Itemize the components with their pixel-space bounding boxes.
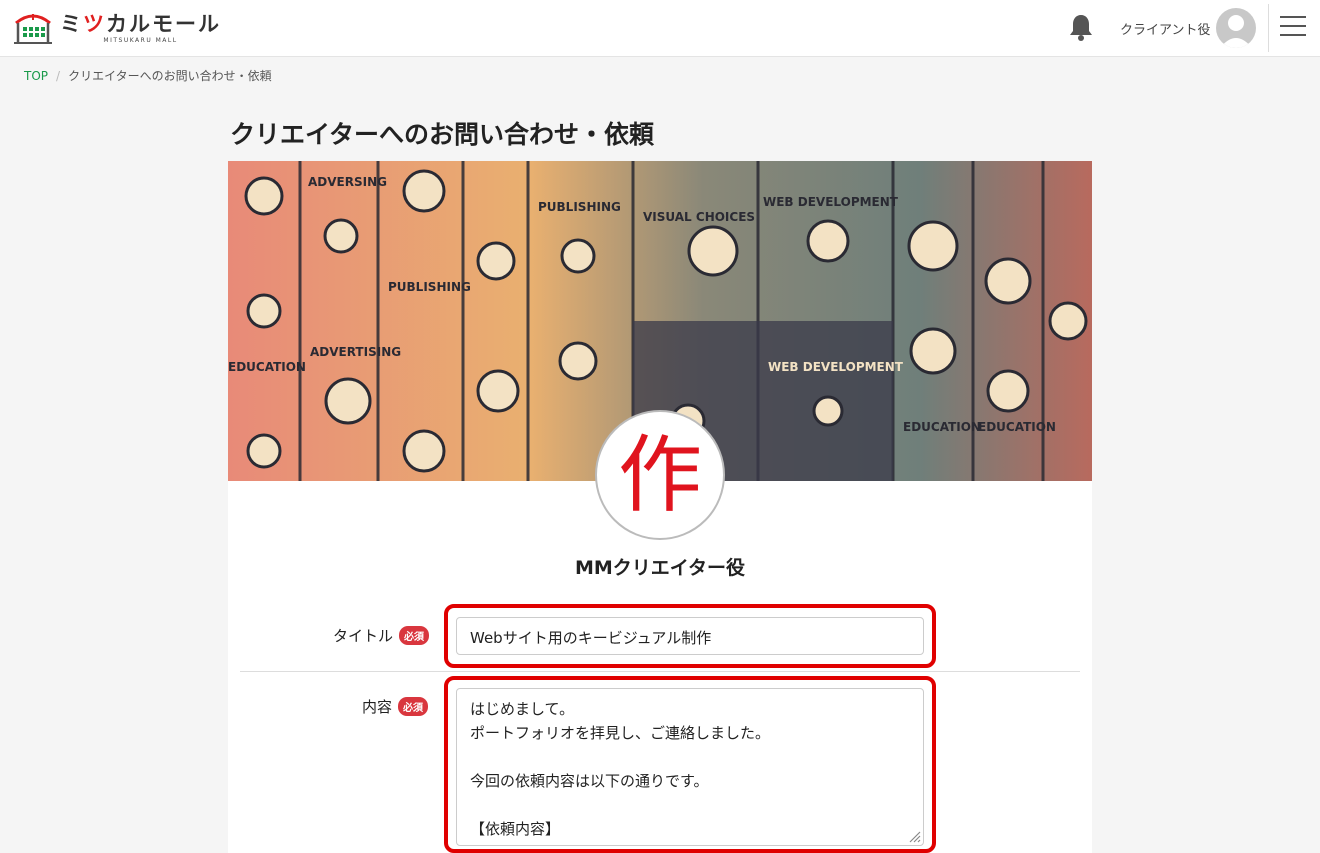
required-badge: 必須 — [399, 626, 430, 645]
field-divider — [240, 671, 1080, 672]
logo-text-accent: ツ — [83, 12, 106, 36]
title-label-text: タイトル — [333, 627, 394, 645]
banner-label: VISUAL CHOICES — [643, 210, 755, 224]
content-label-text: 内容 — [362, 698, 393, 716]
logo-text: ミツカルモール — [60, 12, 221, 36]
user-avatar-icon[interactable] — [1216, 8, 1256, 48]
page-title: クリエイターへのお問い合わせ・依頼 — [230, 120, 655, 149]
user-name[interactable]: クライアント役 — [1120, 19, 1210, 38]
banner-label: EDUCATION — [978, 420, 1056, 434]
required-badge: 必須 — [398, 697, 429, 716]
logo-text-start: ミ — [60, 12, 83, 36]
banner-label: ADVERSING — [308, 175, 387, 189]
site-logo[interactable]: ミツカルモール MITSUKARU MALL — [12, 8, 221, 48]
content-highlight-box — [444, 676, 936, 853]
breadcrumb-current: クリエイターへのお問い合わせ・依頼 — [68, 69, 272, 83]
creator-avatar-char: 作 — [617, 426, 702, 524]
title-field-label: タイトル 必須 — [333, 625, 430, 646]
banner-label: PUBLISHING — [538, 200, 621, 214]
banner-label: PUBLISHING — [388, 280, 471, 294]
banner-label: EDUCATION — [903, 420, 981, 434]
bell-icon[interactable] — [1068, 13, 1094, 41]
creator-avatar: 作 — [595, 410, 725, 540]
title-highlight-box — [444, 604, 936, 668]
header-divider — [1268, 4, 1269, 52]
breadcrumb: TOP / クリエイターへのお問い合わせ・依頼 — [24, 67, 272, 84]
banner-label: EDUCATION — [228, 360, 306, 374]
breadcrumb-top-link[interactable]: TOP — [24, 69, 48, 83]
creator-name: MMクリエイター役 — [574, 557, 746, 579]
logo-text-end: カルモール — [106, 12, 221, 36]
hamburger-menu-icon[interactable] — [1280, 16, 1306, 38]
breadcrumb-separator: / — [56, 68, 61, 83]
logo-mall-icon — [14, 14, 52, 44]
site-header: ミツカルモール MITSUKARU MALL クライアント役 — [0, 0, 1320, 57]
banner-label: ADVERTISING — [310, 345, 401, 359]
banner-label: WEB DEVELOPMENT — [763, 195, 899, 209]
content-field-label: 内容 必須 — [362, 696, 429, 717]
banner-label: WEB DEVELOPMENT — [768, 360, 904, 374]
logo-subtext: MITSUKARU MALL — [103, 37, 178, 44]
